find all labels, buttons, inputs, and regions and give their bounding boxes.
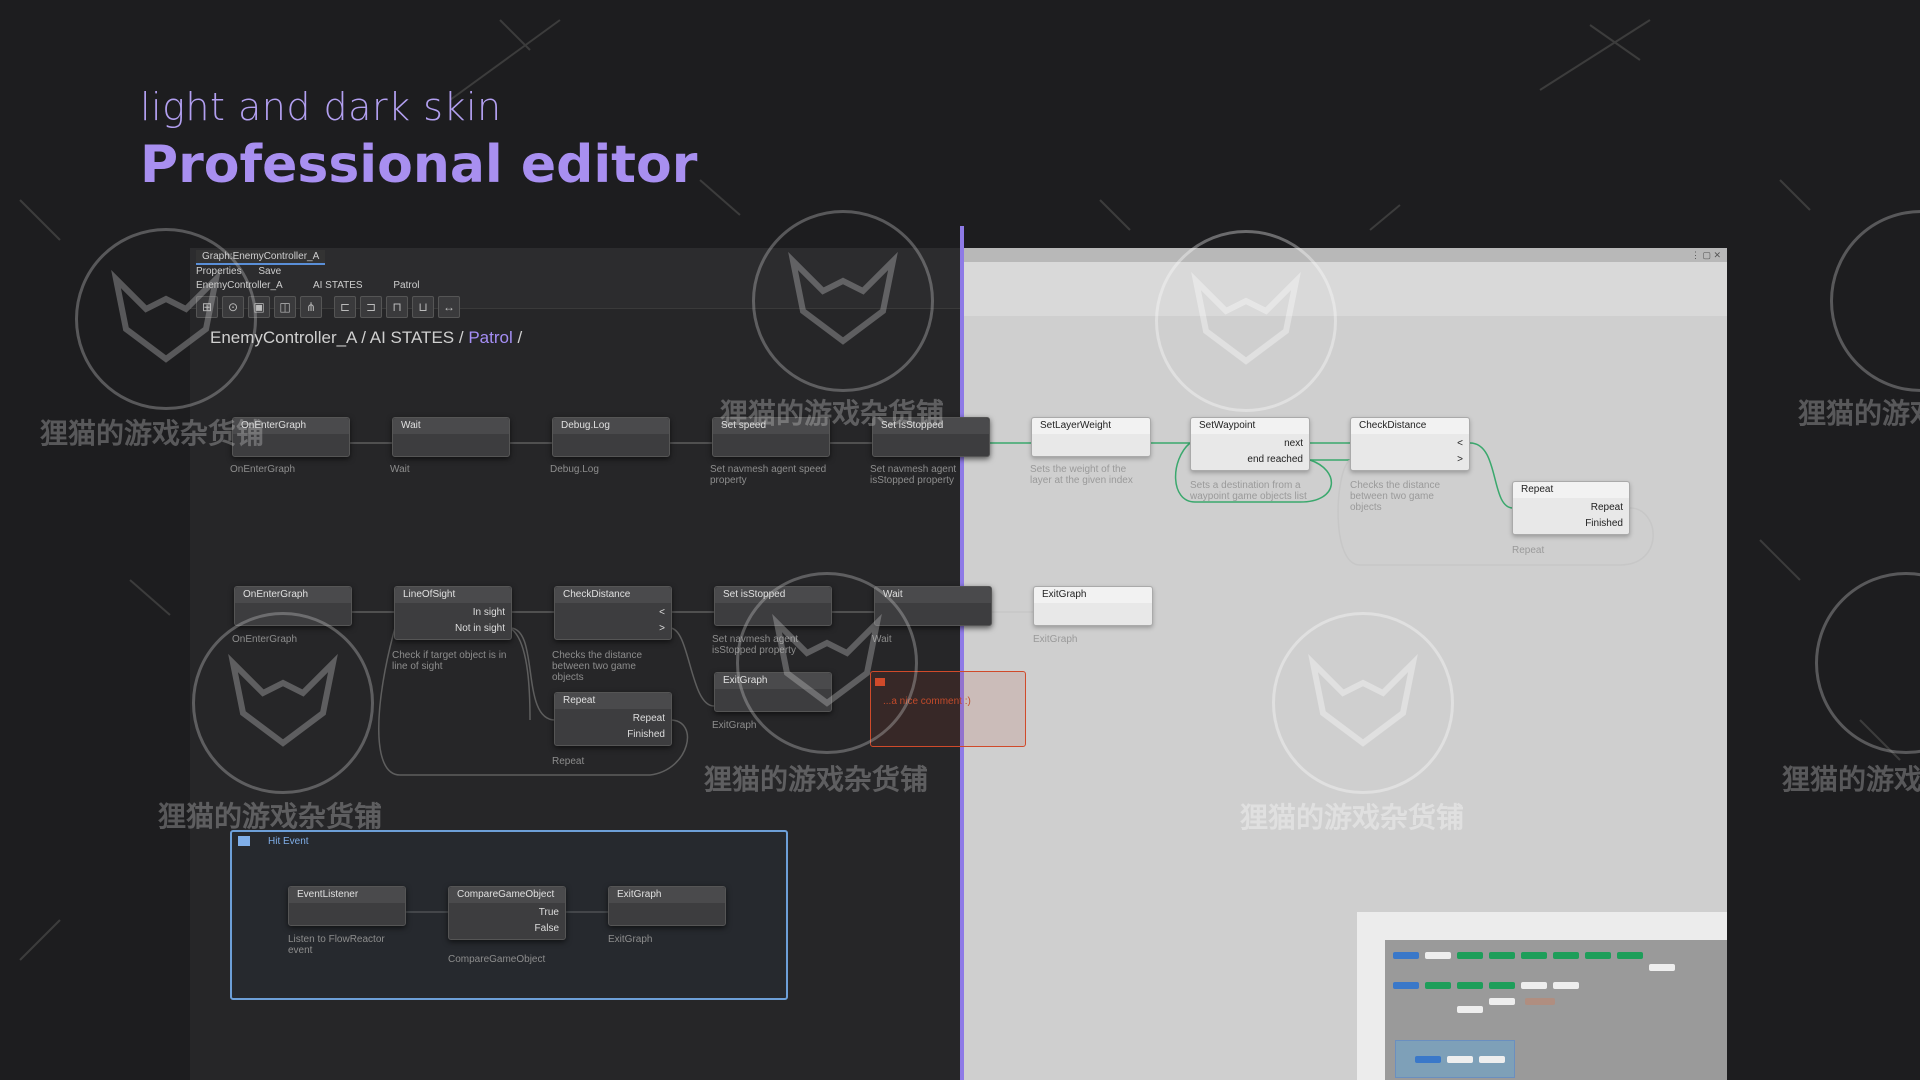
watermark-fox-icon bbox=[752, 210, 934, 392]
node-label: Set navmesh agent speed property bbox=[710, 464, 827, 486]
node-label: Checks the distance between two game obj… bbox=[552, 650, 643, 683]
node-label: Repeat bbox=[1512, 545, 1545, 556]
watermark-fox-icon bbox=[1272, 612, 1454, 794]
node-debug-log[interactable]: Debug.Log bbox=[552, 417, 670, 457]
node-title: SetWaypoint bbox=[1191, 418, 1309, 434]
minimap-viewport[interactable] bbox=[1385, 940, 1727, 1080]
node-label: ExitGraph bbox=[1033, 634, 1078, 645]
watermark-fox-icon bbox=[736, 572, 918, 754]
node-title: Repeat bbox=[1513, 482, 1629, 498]
port-end-reached[interactable]: end reached bbox=[1247, 454, 1303, 465]
watermark-text: 狸猫的游戏杂货铺 bbox=[1782, 763, 1920, 796]
watermark-text: 狸猫的游戏杂货铺 bbox=[1798, 397, 1920, 430]
node-title: CompareGameObject bbox=[449, 887, 565, 903]
watermark-fox-icon bbox=[75, 228, 257, 410]
node-lineofsight[interactable]: LineOfSight In sight Not in sight bbox=[394, 586, 512, 640]
node-exitgraph-group[interactable]: ExitGraph bbox=[608, 886, 726, 926]
watermark-text: 狸猫的游戏杂货铺 bbox=[158, 800, 383, 833]
port-less[interactable]: < bbox=[659, 607, 665, 618]
port-true[interactable]: True bbox=[539, 907, 559, 918]
node-title: ExitGraph bbox=[1034, 587, 1152, 603]
watermark-text: 狸猫的游戏杂货铺 bbox=[704, 763, 929, 796]
node-title: EventListener bbox=[289, 887, 405, 903]
port-not-in-sight[interactable]: Not in sight bbox=[455, 623, 505, 634]
node-title: ExitGraph bbox=[609, 887, 725, 903]
minimap[interactable] bbox=[1357, 912, 1727, 1080]
port-less[interactable]: < bbox=[1457, 438, 1463, 449]
watermark-fox-icon bbox=[1155, 230, 1337, 412]
node-label: Debug.Log bbox=[550, 464, 599, 475]
node-title: CheckDistance bbox=[1351, 418, 1469, 434]
node-title: OnEnterGraph bbox=[235, 587, 351, 603]
node-title: CheckDistance bbox=[555, 587, 671, 603]
node-setlayerweight[interactable]: SetLayerWeight bbox=[1031, 417, 1151, 457]
node-label: Checks the distance between two game obj… bbox=[1350, 480, 1441, 513]
node-comparegameobject[interactable]: CompareGameObject True False bbox=[448, 886, 566, 940]
port-repeat[interactable]: Repeat bbox=[633, 713, 665, 724]
port-next[interactable]: next bbox=[1284, 438, 1303, 449]
port-finished[interactable]: Finished bbox=[1585, 518, 1623, 529]
node-label: Sets the weight of the layer at the give… bbox=[1030, 464, 1133, 486]
port-greater[interactable]: > bbox=[659, 623, 665, 634]
node-title: Repeat bbox=[555, 693, 671, 709]
node-setwaypoint[interactable]: SetWaypoint next end reached bbox=[1190, 417, 1310, 471]
group-title: Hit Event bbox=[268, 836, 309, 847]
port-finished[interactable]: Finished bbox=[627, 729, 665, 740]
watermark-text: 狸猫的游戏杂货铺 bbox=[40, 417, 265, 450]
node-label: Repeat bbox=[552, 756, 585, 767]
node-title: Wait bbox=[393, 418, 509, 434]
node-eventlistener[interactable]: EventListener bbox=[288, 886, 406, 926]
node-label: Wait bbox=[390, 464, 410, 475]
port-repeat[interactable]: Repeat bbox=[1591, 502, 1623, 513]
node-label: Check if target object is in line of sig… bbox=[392, 650, 507, 672]
watermark-fox-icon bbox=[192, 612, 374, 794]
watermark-text: 狸猫的游戏杂货铺 bbox=[720, 397, 945, 430]
node-label: CompareGameObject bbox=[448, 954, 546, 965]
port-greater[interactable]: > bbox=[1457, 454, 1463, 465]
node-label: Listen to FlowReactor event bbox=[288, 934, 385, 956]
port-false[interactable]: False bbox=[535, 923, 559, 934]
node-repeat-dark[interactable]: Repeat Repeat Finished bbox=[554, 692, 672, 746]
node-label: Sets a destination from a waypoint game … bbox=[1190, 480, 1307, 502]
node-exitgraph-light[interactable]: ExitGraph bbox=[1033, 586, 1153, 626]
node-checkdistance-dark[interactable]: CheckDistance < > bbox=[554, 586, 672, 640]
group-icon bbox=[238, 836, 250, 846]
node-repeat-light[interactable]: Repeat Repeat Finished bbox=[1512, 481, 1630, 535]
watermark-text: 狸猫的游戏杂货铺 bbox=[1240, 801, 1465, 834]
port-in-sight[interactable]: In sight bbox=[473, 607, 505, 618]
node-title: LineOfSight bbox=[395, 587, 511, 603]
node-title: SetLayerWeight bbox=[1032, 418, 1150, 434]
node-wait[interactable]: Wait bbox=[392, 417, 510, 457]
node-checkdistance-light[interactable]: CheckDistance < > bbox=[1350, 417, 1470, 471]
node-label: Set navmesh agent isStopped property bbox=[870, 464, 957, 486]
node-label: ExitGraph bbox=[608, 934, 653, 945]
node-title: Debug.Log bbox=[553, 418, 669, 434]
node-label: OnEnterGraph bbox=[230, 464, 296, 475]
